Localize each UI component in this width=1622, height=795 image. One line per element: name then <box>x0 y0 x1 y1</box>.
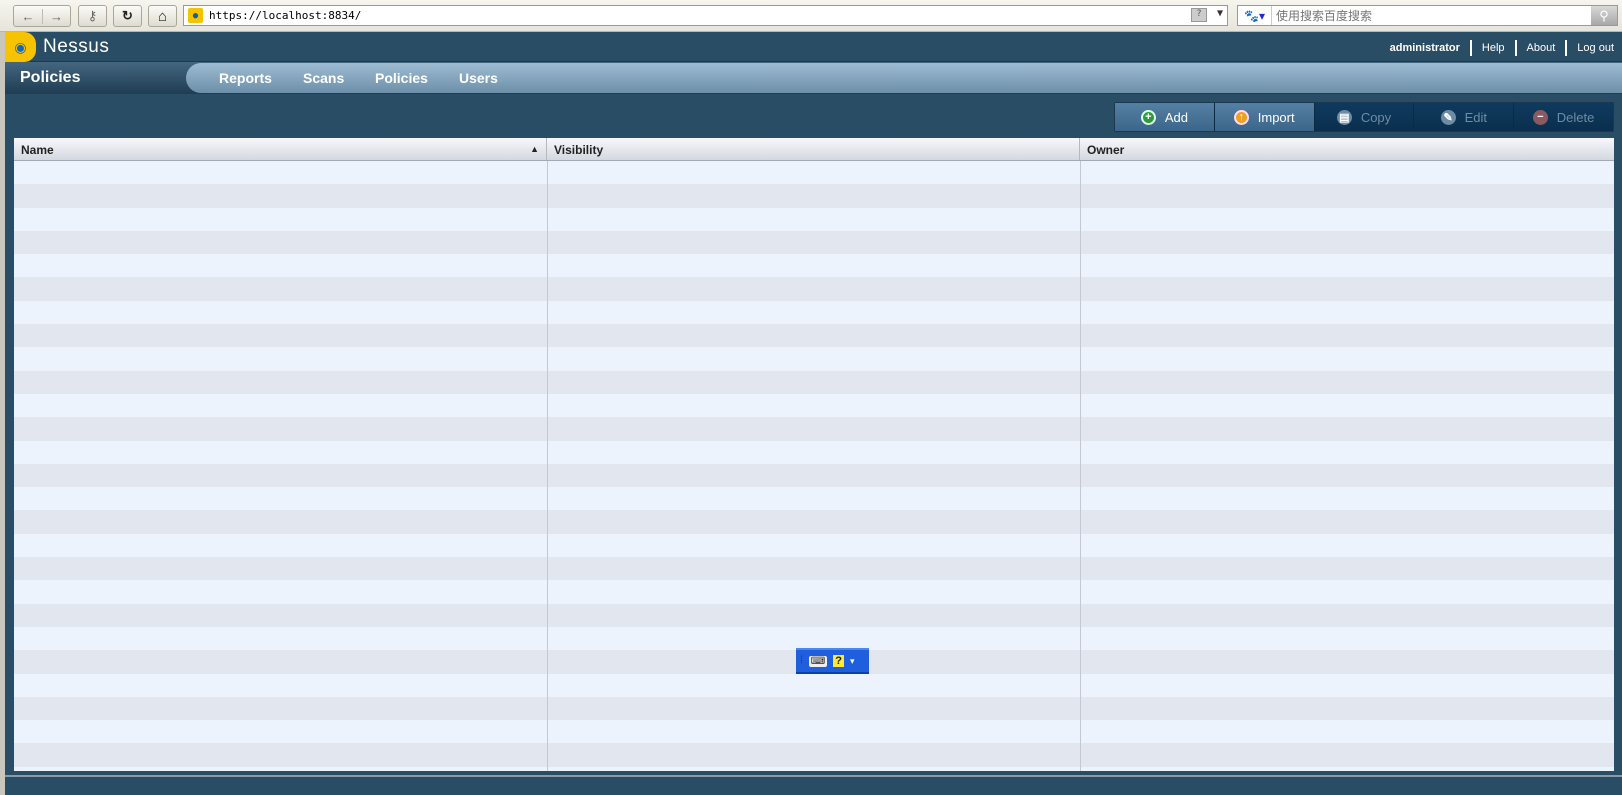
main-nav: Policies Reports Scans Policies Users <box>5 62 1622 94</box>
search-input[interactable] <box>1276 8 1576 23</box>
logout-link[interactable]: Log out <box>1565 40 1614 56</box>
address-bar[interactable]: ● https://localhost:8834/ ? ▼ <box>183 5 1228 26</box>
table-row-empty <box>14 720 1614 743</box>
footer-divider <box>5 775 1622 777</box>
column-divider <box>547 161 548 771</box>
add-button[interactable]: + Add <box>1115 103 1215 131</box>
reload-button[interactable]: ↻ <box>113 5 142 27</box>
tab-scans[interactable]: Scans <box>303 70 344 86</box>
table-row-empty <box>14 487 1614 510</box>
edit-label: Edit <box>1464 109 1487 125</box>
window-frame <box>0 32 5 795</box>
column-divider <box>1080 161 1081 771</box>
plus-icon: + <box>1140 109 1156 125</box>
site-info-icon[interactable]: ? <box>1191 8 1207 22</box>
help-icon[interactable]: ? <box>833 655 844 667</box>
app-header: ◉ Nessus administrator Help About Log ou… <box>5 32 1622 62</box>
table-row-empty <box>14 324 1614 348</box>
table-row-empty <box>14 301 1614 324</box>
table-row-empty <box>14 580 1614 603</box>
table-row-empty <box>14 347 1614 370</box>
browser-toolbar: ← → ⚷ ↻ ⌂ ● https://localhost:8834/ ? ▼ … <box>0 0 1622 32</box>
table-row-empty <box>14 603 1614 627</box>
pencil-icon: ✎ <box>1440 109 1456 125</box>
baidu-paw-icon[interactable]: 🐾▾ <box>1238 6 1272 25</box>
table-row-empty <box>14 674 1614 697</box>
table-row-empty <box>14 184 1614 208</box>
table-row-empty <box>14 277 1614 301</box>
column-header-owner[interactable]: Owner <box>1080 138 1614 160</box>
upload-arrow-icon: ↑ <box>1233 109 1249 125</box>
key-button[interactable]: ⚷ <box>78 5 107 27</box>
table-row-empty <box>14 370 1614 394</box>
table-row-empty <box>14 557 1614 581</box>
delete-label: Delete <box>1556 109 1595 125</box>
options-dropdown-icon[interactable]: ▾ <box>850 656 855 667</box>
column-label: Owner <box>1087 143 1125 157</box>
username: administrator <box>1389 42 1460 54</box>
minus-icon: − <box>1532 109 1548 125</box>
page-title: Policies <box>20 69 81 86</box>
sort-ascending-icon: ▲ <box>530 144 539 154</box>
table-row-empty <box>14 627 1614 650</box>
table-header: Name ▲ Visibility Owner <box>14 138 1614 161</box>
table-row-empty <box>14 510 1614 534</box>
table-row-empty <box>14 417 1614 441</box>
copy-button[interactable]: ▤ Copy <box>1314 103 1415 131</box>
nav-tabs: Reports Scans Policies Users <box>186 63 1622 93</box>
column-label: Name <box>21 143 54 157</box>
edit-button[interactable]: ✎ Edit <box>1414 103 1515 131</box>
nessus-eye-logo-icon: ◉ <box>5 32 36 62</box>
table-row-empty <box>14 230 1614 255</box>
back-forward-group: ← → <box>13 5 71 27</box>
copy-label: Copy <box>1360 109 1392 125</box>
policies-table: Name ▲ Visibility Owner <box>14 138 1614 771</box>
column-label: Visibility <box>554 143 604 157</box>
url-text: https://localhost:8834/ <box>209 9 362 22</box>
nessus-favicon-icon: ● <box>188 8 203 23</box>
table-row-empty <box>14 394 1614 417</box>
delete-button[interactable]: − Delete <box>1514 103 1613 131</box>
policy-toolbar: + Add ↑ Import ▤ Copy ✎ Edit − Delete <box>1114 102 1614 132</box>
forward-icon[interactable]: → <box>42 8 70 24</box>
home-button[interactable]: ⌂ <box>148 5 177 27</box>
brand-name: Nessus <box>43 36 110 57</box>
search-box[interactable]: 🐾▾ ⚲ <box>1237 5 1618 26</box>
table-row-empty <box>14 767 1614 771</box>
table-row-empty <box>14 254 1614 277</box>
column-header-name[interactable]: Name ▲ <box>14 138 547 160</box>
table-row-empty <box>14 696 1614 721</box>
about-link[interactable]: About <box>1514 40 1566 56</box>
keyboard-icon[interactable]: ⌨ <box>808 655 828 667</box>
tab-users[interactable]: Users <box>459 70 498 86</box>
tab-policies[interactable]: Policies <box>375 70 428 86</box>
column-header-visibility[interactable]: Visibility <box>547 138 1080 160</box>
table-row-empty <box>14 208 1614 231</box>
import-label: Import <box>1257 109 1295 125</box>
copy-icon: ▤ <box>1336 109 1352 125</box>
table-row-empty <box>14 743 1614 767</box>
search-icon[interactable]: ⚲ <box>1591 6 1617 25</box>
table-body <box>14 161 1614 771</box>
home-icon: ⌂ <box>157 7 168 25</box>
table-row-empty <box>14 534 1614 557</box>
help-link[interactable]: Help <box>1469 40 1515 56</box>
tab-reports[interactable]: Reports <box>219 70 272 86</box>
ime-toolbar[interactable]: ⁞ ⌨ ? ▾ <box>796 648 869 674</box>
dropdown-icon[interactable]: ▼ <box>1217 8 1223 19</box>
table-row-empty <box>14 161 1614 184</box>
add-label: Add <box>1164 109 1188 125</box>
reload-icon: ↻ <box>122 8 133 23</box>
import-button[interactable]: ↑ Import <box>1214 103 1315 131</box>
table-row-empty <box>14 463 1614 488</box>
back-icon[interactable]: ← <box>14 9 42 24</box>
user-links: administrator Help About Log out <box>1380 40 1614 56</box>
key-icon: ⚷ <box>87 8 98 23</box>
table-row-empty <box>14 441 1614 464</box>
drag-handle-icon[interactable]: ⁞ <box>800 656 803 666</box>
